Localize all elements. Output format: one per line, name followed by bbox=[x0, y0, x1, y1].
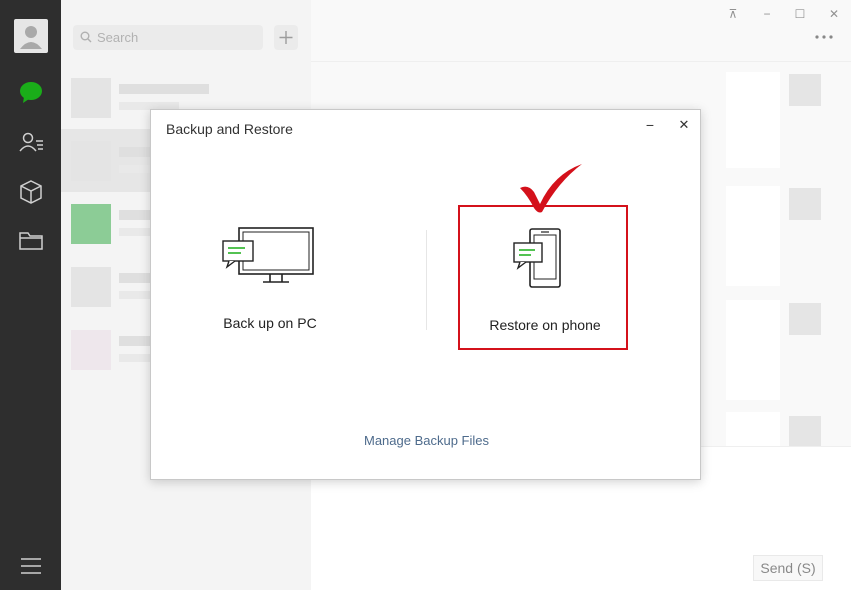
chat-icon[interactable] bbox=[18, 79, 44, 105]
backup-on-pc-label: Back up on PC bbox=[223, 315, 317, 331]
option-divider bbox=[426, 230, 427, 330]
dialog-minimize-button[interactable]: − bbox=[641, 116, 659, 134]
favorites-cube-icon[interactable] bbox=[18, 179, 44, 205]
backup-restore-dialog: Backup and Restore − ✕ Back up on PC Res… bbox=[150, 109, 701, 480]
avatar[interactable] bbox=[14, 19, 48, 53]
menu-icon[interactable] bbox=[18, 553, 44, 579]
computer-backup-icon bbox=[222, 227, 314, 283]
user-icon bbox=[20, 26, 42, 49]
dialog-title: Backup and Restore bbox=[166, 121, 293, 137]
restore-on-phone-option[interactable]: Restore on phone bbox=[458, 205, 628, 350]
manage-backup-files-link[interactable]: Manage Backup Files bbox=[151, 433, 702, 448]
checkmark-icon bbox=[520, 164, 582, 213]
contacts-icon[interactable] bbox=[18, 129, 44, 155]
backup-on-pc-option[interactable]: Back up on PC bbox=[185, 205, 355, 350]
dialog-close-button[interactable]: ✕ bbox=[675, 116, 693, 134]
left-nav-bar bbox=[0, 0, 61, 590]
phone-restore-icon bbox=[513, 228, 561, 288]
folder-icon[interactable] bbox=[18, 227, 44, 253]
restore-on-phone-label: Restore on phone bbox=[489, 317, 601, 333]
